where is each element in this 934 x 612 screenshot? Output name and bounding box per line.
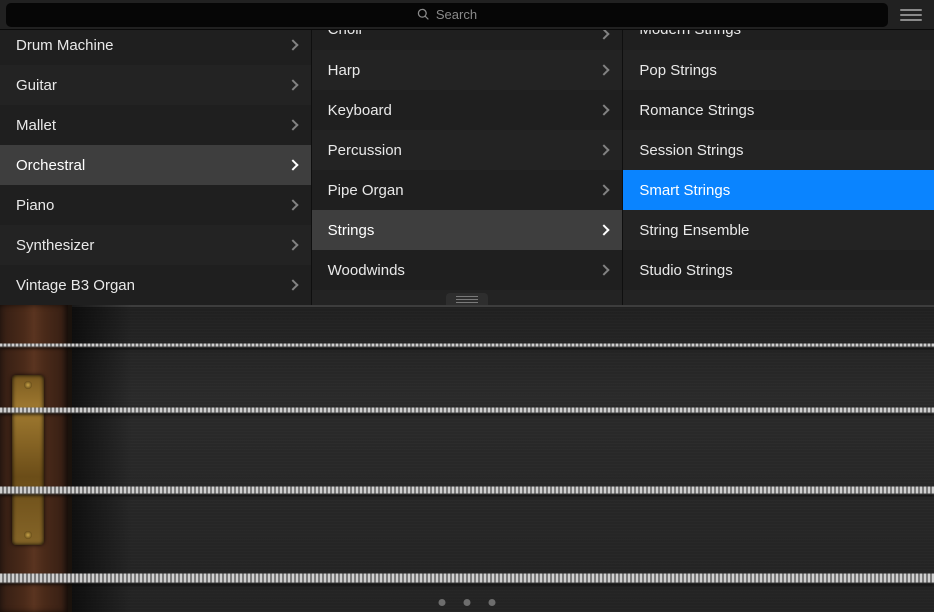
chevron-right-icon [287, 159, 298, 170]
browser-item[interactable]: Romance Strings [623, 90, 934, 130]
chevron-right-icon [599, 264, 610, 275]
browser-item-label: Strings [328, 222, 375, 239]
instrument-view[interactable] [0, 305, 934, 612]
browser-item-label: Percussion [328, 142, 402, 159]
headstock-plate [12, 375, 44, 545]
browser-item-label: Drum Machine [16, 37, 114, 54]
chevron-right-icon [287, 119, 298, 130]
string-nut-shadow [72, 305, 132, 612]
chevron-right-icon [599, 64, 610, 75]
browser-item-label: Woodwinds [328, 262, 405, 279]
browser-item-label: Vintage B3 Organ [16, 277, 135, 294]
sound-browser: Drum Machine Guitar Mallet Orchestral Piano S… [0, 30, 934, 305]
browser-item-label: Smart Strings [639, 182, 730, 199]
browser-resize-handle[interactable] [446, 293, 488, 305]
browser-item[interactable]: Choir [312, 30, 623, 50]
chevron-right-icon [599, 30, 610, 40]
page-dot[interactable] [464, 599, 471, 606]
browser-item-label: String Ensemble [639, 222, 749, 239]
search-placeholder: Search [436, 7, 477, 22]
browser-item[interactable]: Vintage B3 Organ [0, 265, 311, 305]
browser-column-2: Choir Harp Keyboard Percussion Pipe Organ Str… [312, 30, 624, 305]
browser-item[interactable]: Modern Strings [623, 30, 934, 50]
browser-item-label: Orchestral [16, 157, 85, 174]
browser-item-label: Modern Strings [639, 30, 741, 38]
page-dot[interactable] [439, 599, 446, 606]
browser-item-label: Romance Strings [639, 102, 754, 119]
browser-item-label: Studio Strings [639, 262, 732, 279]
browser-item-label: Pop Strings [639, 62, 717, 79]
browser-item-label: Piano [16, 197, 54, 214]
page-dot[interactable] [489, 599, 496, 606]
string-neck [72, 305, 934, 612]
browser-item-label: Guitar [16, 77, 57, 94]
browser-column-3: Modern Strings Pop Strings Romance Strings… [623, 30, 934, 305]
menu-button[interactable] [894, 3, 928, 27]
search-input[interactable]: Search [6, 3, 888, 27]
browser-item[interactable]: Pipe Organ [312, 170, 623, 210]
browser-item-label: Choir [328, 30, 364, 38]
browser-item[interactable]: Synthesizer [0, 225, 311, 265]
browser-item[interactable]: Studio Strings [623, 250, 934, 290]
page-indicator[interactable] [439, 599, 496, 606]
chevron-right-icon [599, 104, 610, 115]
chevron-right-icon [599, 224, 610, 235]
chevron-right-icon [599, 144, 610, 155]
chevron-right-icon [287, 39, 298, 50]
browser-item-label: Synthesizer [16, 237, 94, 254]
browser-item[interactable]: Mallet [0, 105, 311, 145]
browser-item-label: Session Strings [639, 142, 743, 159]
browser-item[interactable]: Orchestral [0, 145, 311, 185]
browser-item-label: Keyboard [328, 102, 392, 119]
browser-item[interactable]: Harp [312, 50, 623, 90]
browser-item[interactable]: Woodwinds [312, 250, 623, 290]
chevron-right-icon [287, 199, 298, 210]
chevron-right-icon [599, 184, 610, 195]
browser-item[interactable]: Strings [312, 210, 623, 250]
browser-item[interactable]: Drum Machine [0, 30, 311, 65]
headstock [0, 305, 72, 612]
browser-item[interactable]: Piano [0, 185, 311, 225]
browser-item[interactable]: Smart Strings [623, 170, 934, 210]
chevron-right-icon [287, 79, 298, 90]
browser-item[interactable]: Pop Strings [623, 50, 934, 90]
browser-item[interactable]: Keyboard [312, 90, 623, 130]
browser-item-label: Pipe Organ [328, 182, 404, 199]
browser-item[interactable]: Percussion [312, 130, 623, 170]
browser-item[interactable]: Guitar [0, 65, 311, 105]
browser-item-label: Harp [328, 62, 361, 79]
browser-column-1: Drum Machine Guitar Mallet Orchestral Piano S… [0, 30, 312, 305]
browser-item[interactable]: Session Strings [623, 130, 934, 170]
browser-item[interactable]: String Ensemble [623, 210, 934, 250]
chevron-right-icon [287, 279, 298, 290]
search-icon [417, 8, 430, 21]
chevron-right-icon [287, 239, 298, 250]
top-bar: Search [0, 0, 934, 30]
browser-item-label: Mallet [16, 117, 56, 134]
